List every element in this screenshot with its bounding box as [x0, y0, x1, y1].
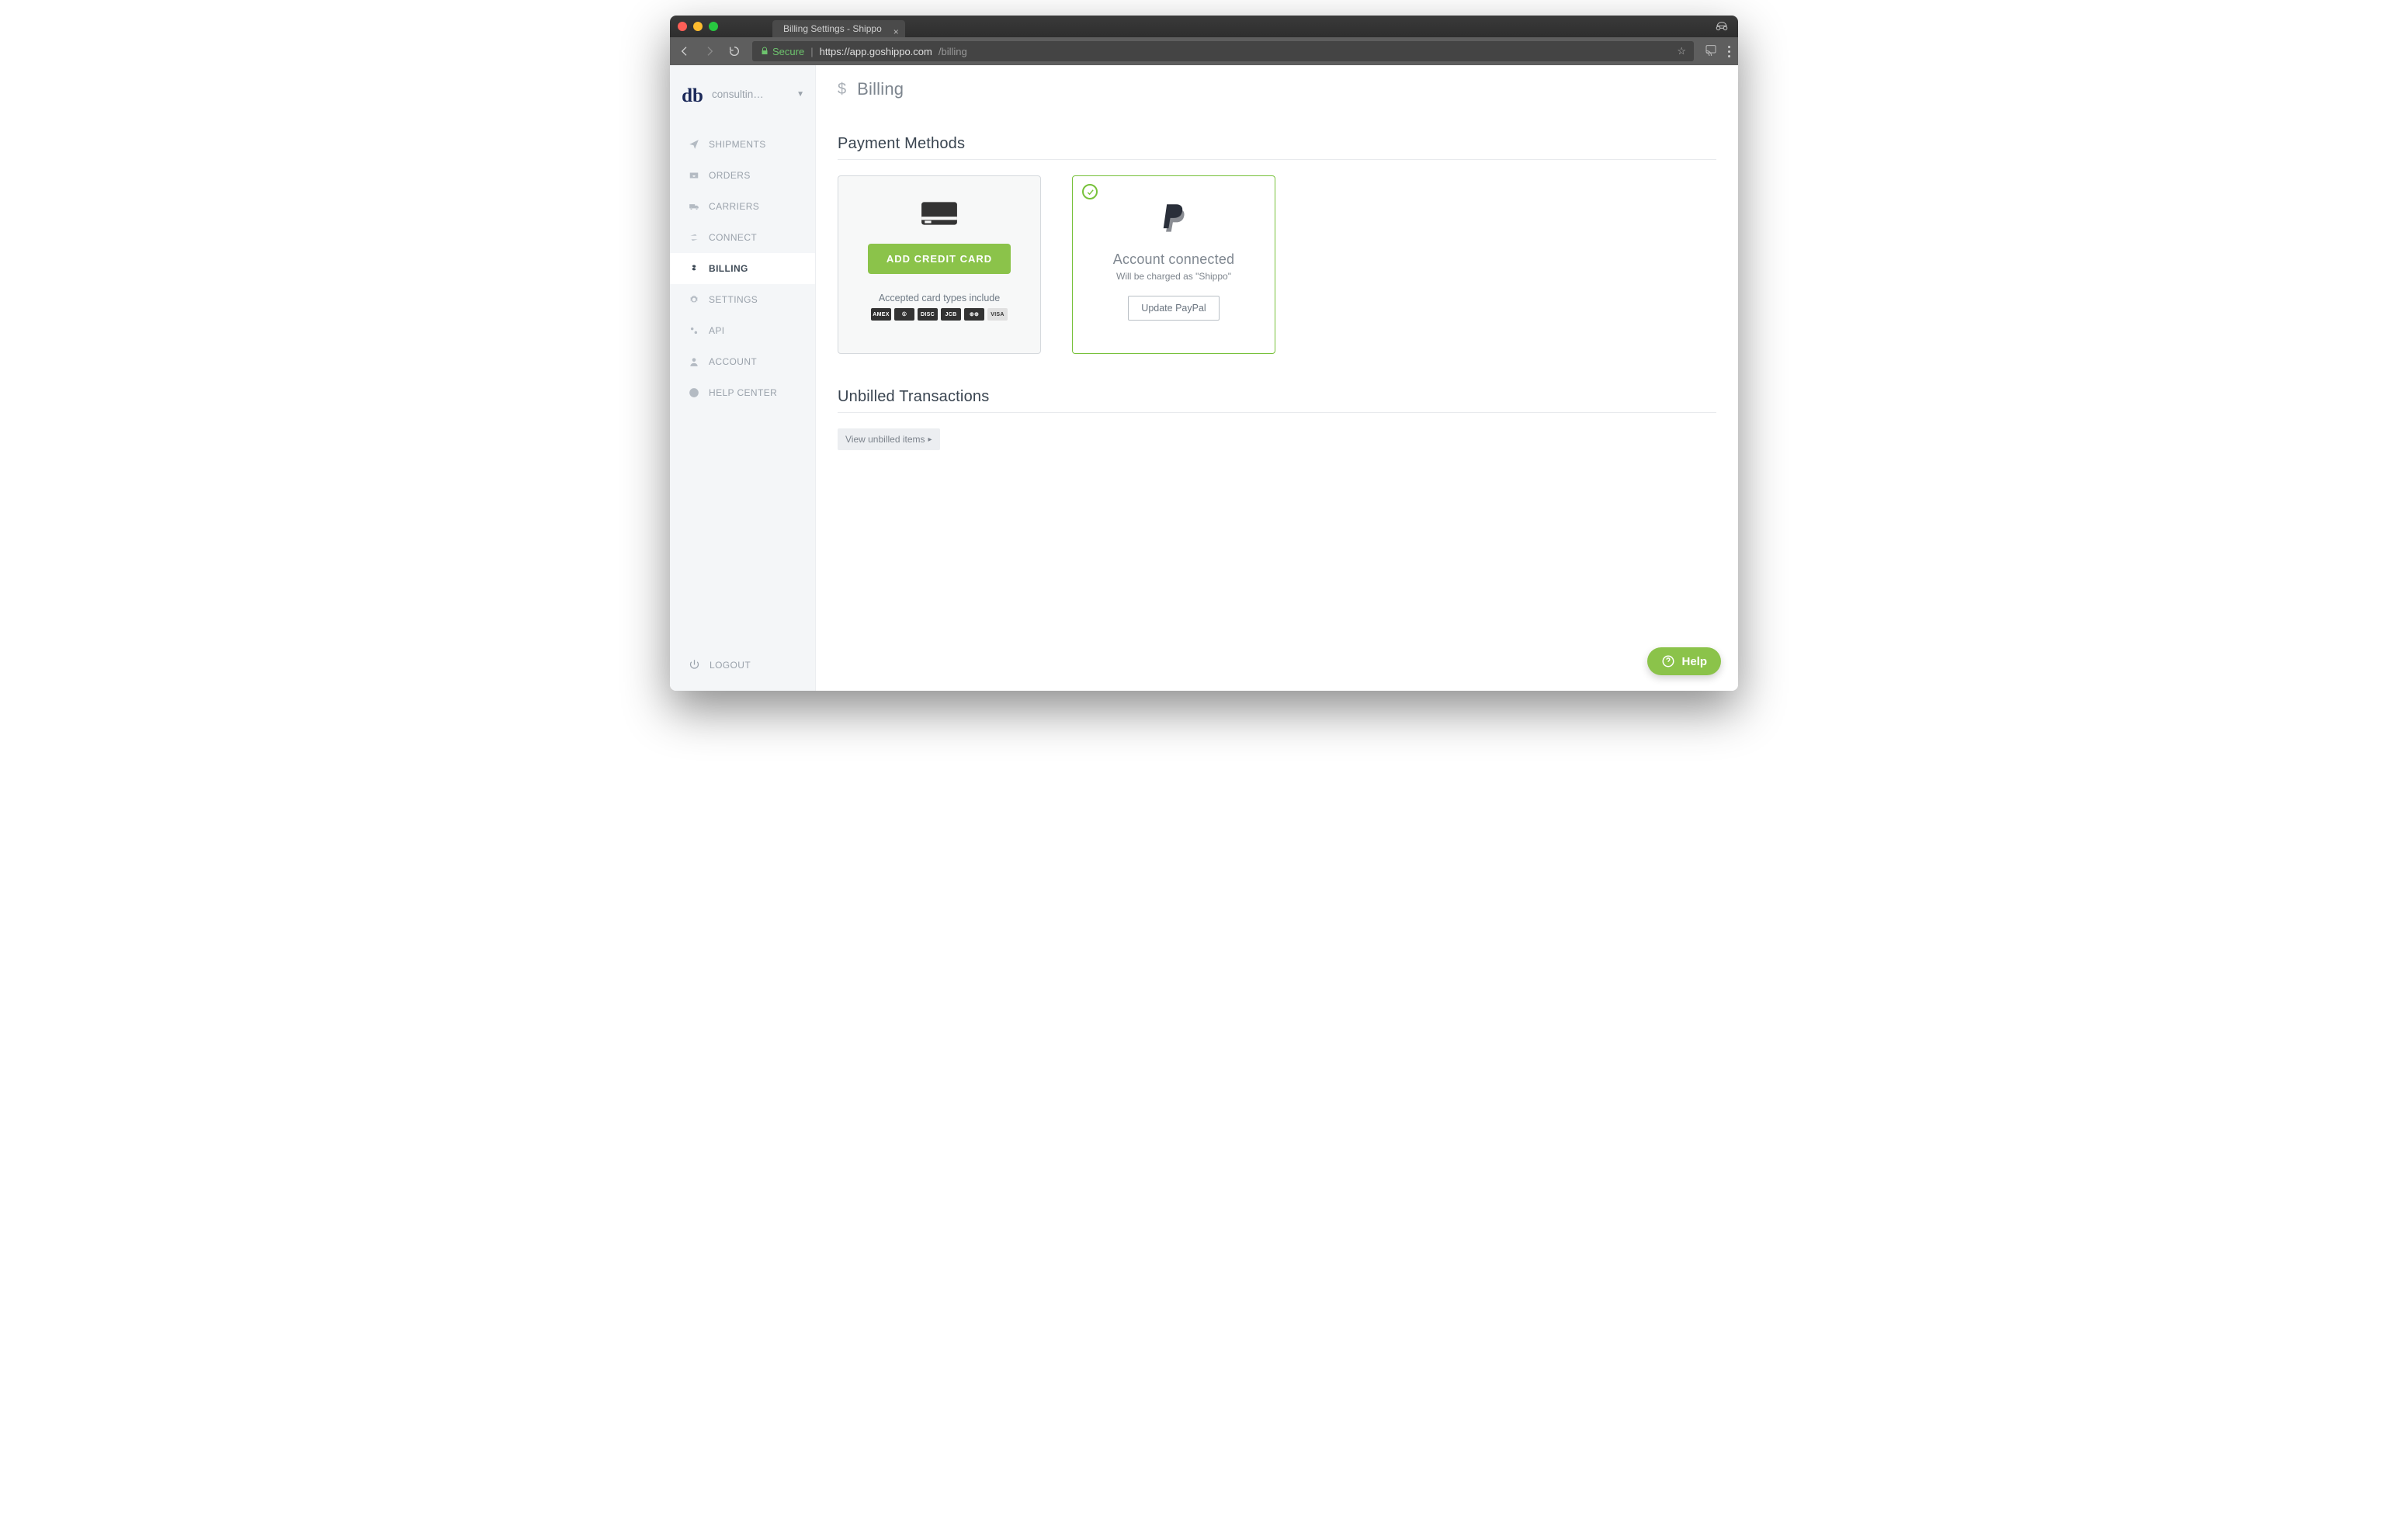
app: db consultin… ▼ SHIPMENTS ORDERS CARRIER… — [670, 65, 1738, 691]
paypal-panel: Account connected Will be charged as "Sh… — [1072, 175, 1275, 354]
traffic-lights — [678, 22, 718, 31]
tab-title: Billing Settings - Shippo — [783, 20, 882, 37]
tab-close-icon[interactable]: × — [893, 23, 899, 40]
url-divider: | — [810, 46, 813, 57]
dollar-icon — [689, 263, 699, 274]
paypal-note: Will be charged as "Shippo" — [1116, 271, 1231, 282]
page-title-row: $ Billing — [838, 79, 1716, 99]
view-unbilled-button[interactable]: View unbilled items ▸ — [838, 428, 940, 450]
exchange-icon — [689, 232, 699, 243]
window-close-button[interactable] — [678, 22, 687, 31]
account-name: consultin… — [712, 88, 789, 100]
back-button[interactable] — [678, 44, 692, 58]
sidebar-item-label: ACCOUNT — [709, 356, 757, 367]
chevron-right-icon: ▸ — [928, 435, 932, 444]
sidebar-item-orders[interactable]: ORDERS — [670, 160, 815, 191]
view-unbilled-label: View unbilled items — [845, 434, 925, 445]
account-switcher[interactable]: db consultin… ▼ — [670, 65, 815, 129]
url-bar: Secure | https://app.goshippo.com/billin… — [670, 37, 1738, 65]
sidebar-item-label: BILLING — [709, 263, 748, 274]
window-fullscreen-button[interactable] — [709, 22, 718, 31]
question-icon — [689, 387, 699, 398]
unbilled-row: View unbilled items ▸ — [838, 428, 1716, 450]
paypal-icon — [1159, 203, 1188, 239]
address-bar[interactable]: Secure | https://app.goshippo.com/billin… — [752, 41, 1694, 61]
sidebar-item-help-center[interactable]: HELP CENTER — [670, 377, 815, 408]
sidebar-item-label: SETTINGS — [709, 294, 758, 305]
brand-mastercard-icon: ⊕⊕ — [964, 308, 984, 321]
cogs-icon — [689, 325, 699, 336]
forward-button[interactable] — [703, 44, 717, 58]
sidebar-item-api[interactable]: API — [670, 315, 815, 346]
sidebar-item-billing[interactable]: BILLING — [670, 253, 815, 284]
secure-indicator: Secure — [760, 46, 804, 57]
help-widget[interactable]: Help — [1647, 647, 1721, 675]
brand-discover-icon: DISC — [918, 308, 938, 321]
sidebar-item-shipments[interactable]: SHIPMENTS — [670, 129, 815, 160]
sidebar-item-settings[interactable]: SETTINGS — [670, 284, 815, 315]
brand-visa-icon: VISA — [987, 308, 1008, 321]
titlebar: Billing Settings - Shippo × — [670, 16, 1738, 37]
paypal-status: Account connected — [1113, 251, 1235, 268]
incognito-icon — [1715, 19, 1729, 37]
tab-strip: Billing Settings - Shippo × — [772, 16, 905, 37]
sidebar-item-account[interactable]: ACCOUNT — [670, 346, 815, 377]
sidebar-item-label: ORDERS — [709, 170, 751, 181]
accepted-note: Accepted card types include — [879, 293, 1000, 303]
sidebar-item-label: SHIPMENTS — [709, 139, 766, 150]
help-label: Help — [1681, 655, 1707, 668]
nav: SHIPMENTS ORDERS CARRIERS CONNECT BILLIN… — [670, 129, 815, 408]
url-host: https://app.goshippo.com — [820, 46, 932, 57]
sidebar-item-label: API — [709, 325, 725, 336]
browser-window: Billing Settings - Shippo × Secure | htt… — [670, 16, 1738, 691]
unbilled-header: Unbilled Transactions — [838, 388, 1716, 413]
sidebar-item-carriers[interactable]: CARRIERS — [670, 191, 815, 222]
logout-button[interactable]: LOGOUT — [670, 659, 815, 691]
check-circle-icon — [1082, 184, 1098, 199]
credit-card-icon — [920, 199, 959, 231]
window-minimize-button[interactable] — [693, 22, 703, 31]
gear-icon — [689, 294, 699, 305]
chevron-down-icon: ▼ — [796, 90, 804, 99]
payment-methods-header: Payment Methods — [838, 135, 1716, 160]
sidebar-item-label: HELP CENTER — [709, 387, 777, 398]
user-icon — [689, 356, 699, 367]
bookmark-star-icon[interactable]: ☆ — [1677, 45, 1686, 57]
url-path: /billing — [939, 46, 967, 57]
brand-jcb-icon: JCB — [941, 308, 961, 321]
brand-diners-icon: ① — [894, 308, 914, 321]
power-icon — [689, 659, 700, 671]
add-credit-card-button[interactable]: ADD CREDIT CARD — [868, 244, 1011, 274]
inbox-icon — [689, 170, 699, 181]
sidebar-item-label: CARRIERS — [709, 201, 759, 212]
account-logo: db — [681, 82, 704, 106]
dollar-icon: $ — [838, 81, 846, 99]
lock-icon — [760, 47, 769, 56]
sidebar: db consultin… ▼ SHIPMENTS ORDERS CARRIER… — [670, 65, 816, 691]
browser-tab[interactable]: Billing Settings - Shippo × — [772, 20, 905, 37]
logout-label: LOGOUT — [710, 660, 751, 671]
payment-cards-row: ADD CREDIT CARD Accepted card types incl… — [838, 175, 1716, 354]
reload-button[interactable] — [727, 44, 741, 58]
sidebar-item-label: CONNECT — [709, 232, 757, 243]
update-paypal-button[interactable]: Update PayPal — [1128, 296, 1219, 321]
credit-card-panel: ADD CREDIT CARD Accepted card types incl… — [838, 175, 1041, 354]
cast-icon[interactable] — [1705, 43, 1717, 60]
sidebar-item-connect[interactable]: CONNECT — [670, 222, 815, 253]
secure-label: Secure — [772, 46, 804, 57]
paper-plane-icon — [689, 139, 699, 150]
browser-menu-button[interactable] — [1728, 46, 1730, 57]
main-content: $ Billing Payment Methods ADD CREDIT CAR… — [816, 65, 1738, 691]
help-icon — [1661, 654, 1675, 668]
card-brands: AMEX ① DISC JCB ⊕⊕ VISA — [871, 308, 1008, 321]
truck-icon — [689, 201, 699, 212]
brand-amex-icon: AMEX — [871, 308, 891, 321]
page-title: Billing — [857, 79, 904, 99]
